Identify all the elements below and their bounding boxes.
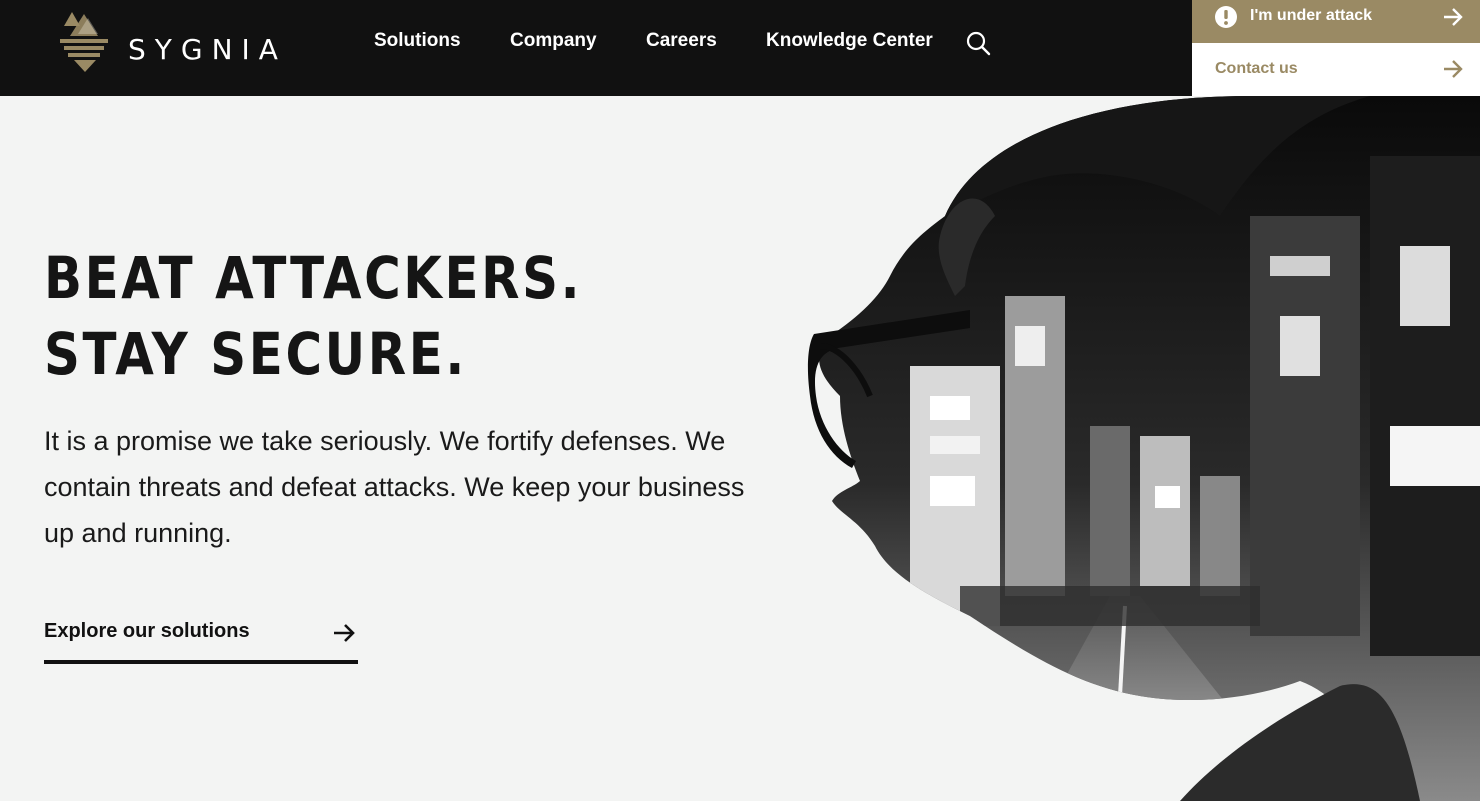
nav-item-careers[interactable]: Careers bbox=[646, 30, 717, 52]
hero-title-line-1: BEAT ATTACKERS. bbox=[44, 244, 583, 312]
explore-solutions-label: Explore our solutions bbox=[44, 620, 250, 642]
nav-item-solutions[interactable]: Solutions bbox=[374, 30, 461, 52]
nav-item-knowledge-center[interactable]: Knowledge Center bbox=[766, 30, 933, 52]
hero-portrait-image bbox=[780, 96, 1480, 801]
arrow-right-icon bbox=[1444, 8, 1463, 26]
arrow-right-icon bbox=[334, 624, 355, 642]
under-attack-button[interactable]: I'm under attack bbox=[1192, 0, 1480, 43]
sygnia-logo[interactable]: SYGNIA bbox=[58, 12, 308, 74]
contact-us-label: Contact us bbox=[1215, 60, 1298, 77]
hero-title-line-2: STAY SECURE. bbox=[44, 320, 467, 388]
hero-title: BEAT ATTACKERS. STAY SECURE. bbox=[44, 240, 582, 392]
under-attack-label: I'm under attack bbox=[1250, 7, 1373, 24]
logo-wordmark: SYGNIA bbox=[128, 33, 287, 66]
site-header: SYGNIA Solutions Company Careers Knowled… bbox=[0, 0, 1480, 96]
alert-icon bbox=[1215, 6, 1237, 28]
nav-item-company[interactable]: Company bbox=[510, 30, 597, 52]
logo-mark-icon bbox=[60, 12, 108, 72]
contact-us-button[interactable]: Contact us bbox=[1192, 43, 1480, 96]
search-icon[interactable] bbox=[965, 30, 991, 56]
explore-solutions-link[interactable]: Explore our solutions bbox=[44, 616, 358, 664]
hero-description: It is a promise we take seriously. We fo… bbox=[44, 426, 745, 548]
arrow-right-icon bbox=[1444, 60, 1463, 78]
